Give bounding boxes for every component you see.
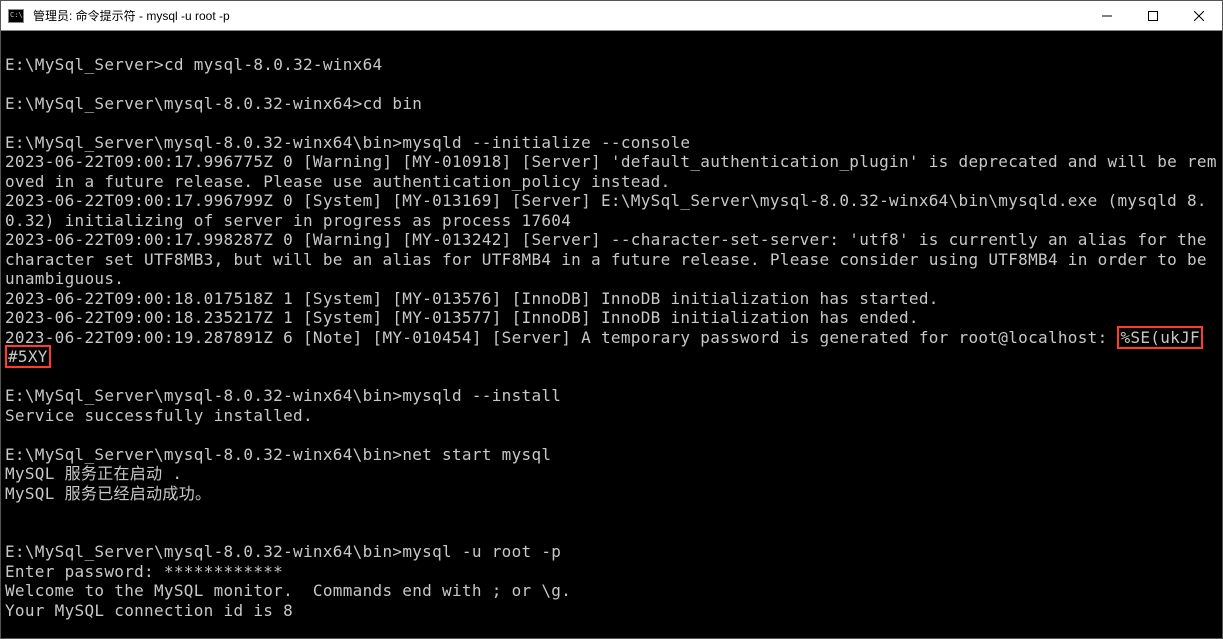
terminal-line: 2023-06-22T09:00:18.235217Z 1 [System] [… bbox=[5, 308, 1220, 328]
terminal-line: Service successfully installed. bbox=[5, 406, 1220, 426]
terminal-line: 2023-06-22T09:00:18.017518Z 1 [System] [… bbox=[5, 289, 1220, 309]
blank-line bbox=[5, 113, 1220, 133]
maximize-icon bbox=[1148, 11, 1158, 21]
minimize-icon bbox=[1102, 11, 1112, 21]
prompt: E:\MySql_Server\mysql-8.0.32-winx64\bin> bbox=[5, 445, 402, 464]
blank-line bbox=[5, 367, 1220, 387]
terminal-line: 2023-06-22T09:00:17.998287Z 0 [Warning] … bbox=[5, 230, 1220, 289]
prompt: E:\MySql_Server\mysql-8.0.32-winx64\bin> bbox=[5, 542, 402, 561]
terminal-line: #5XY bbox=[5, 347, 1220, 367]
window-title: 管理员: 命令提示符 - mysql -u root -p bbox=[31, 7, 1084, 24]
app-icon bbox=[1, 9, 31, 23]
blank-line bbox=[5, 35, 1220, 55]
command: cd mysql-8.0.32-winx64 bbox=[164, 55, 383, 74]
terminal-line: Your MySQL connection id is 8 bbox=[5, 601, 1220, 621]
blank-line bbox=[5, 74, 1220, 94]
prompt: E:\MySql_Server\mysql-8.0.32-winx64> bbox=[5, 94, 363, 113]
terminal-line: 2023-06-22T09:00:17.996799Z 0 [System] [… bbox=[5, 191, 1220, 230]
terminal-output[interactable]: E:\MySql_Server>cd mysql-8.0.32-winx64E:… bbox=[1, 31, 1222, 638]
password-highlight: %SE(ukJF bbox=[1117, 326, 1202, 349]
prompt: E:\MySql_Server\mysql-8.0.32-winx64\bin> bbox=[5, 386, 402, 405]
terminal-line: E:\MySql_Server\mysql-8.0.32-winx64\bin>… bbox=[5, 386, 1220, 406]
command-prompt-window: 管理员: 命令提示符 - mysql -u root -p E:\MySql_S… bbox=[0, 0, 1223, 639]
terminal-line: MySQL 服务正在启动 . bbox=[5, 464, 1220, 484]
terminal-line: E:\MySql_Server\mysql-8.0.32-winx64\bin>… bbox=[5, 133, 1220, 153]
password-highlight: #5XY bbox=[5, 345, 51, 368]
terminal-line: Welcome to the MySQL monitor. Commands e… bbox=[5, 581, 1220, 601]
command: mysqld --install bbox=[402, 386, 561, 405]
close-icon bbox=[1194, 11, 1204, 21]
command: net start mysql bbox=[402, 445, 551, 464]
terminal-line: MySQL 服务已经启动成功。 bbox=[5, 484, 1220, 504]
close-button[interactable] bbox=[1176, 1, 1222, 30]
terminal-line: Enter password: ************ bbox=[5, 562, 1220, 582]
command: mysqld --initialize --console bbox=[402, 133, 690, 152]
command: mysql -u root -p bbox=[402, 542, 561, 561]
terminal-line: E:\MySql_Server\mysql-8.0.32-winx64>cd b… bbox=[5, 94, 1220, 114]
blank-line bbox=[5, 425, 1220, 445]
cmd-icon bbox=[8, 9, 24, 23]
terminal-line: 2023-06-22T09:00:19.287891Z 6 [Note] [MY… bbox=[5, 328, 1220, 348]
blank-line bbox=[5, 503, 1220, 523]
blank-line bbox=[5, 523, 1220, 543]
terminal-line: 2023-06-22T09:00:17.996775Z 0 [Warning] … bbox=[5, 152, 1220, 191]
minimize-button[interactable] bbox=[1084, 1, 1130, 30]
terminal-line: E:\MySql_Server\mysql-8.0.32-winx64\bin>… bbox=[5, 445, 1220, 465]
window-controls bbox=[1084, 1, 1222, 30]
maximize-button[interactable] bbox=[1130, 1, 1176, 30]
prompt: E:\MySql_Server> bbox=[5, 55, 164, 74]
command: cd bin bbox=[363, 94, 423, 113]
output-text: 2023-06-22T09:00:19.287891Z 6 [Note] [MY… bbox=[5, 328, 1117, 347]
terminal-line: E:\MySql_Server>cd mysql-8.0.32-winx64 bbox=[5, 55, 1220, 75]
titlebar[interactable]: 管理员: 命令提示符 - mysql -u root -p bbox=[1, 1, 1222, 31]
terminal-line: E:\MySql_Server\mysql-8.0.32-winx64\bin>… bbox=[5, 542, 1220, 562]
prompt: E:\MySql_Server\mysql-8.0.32-winx64\bin> bbox=[5, 133, 402, 152]
